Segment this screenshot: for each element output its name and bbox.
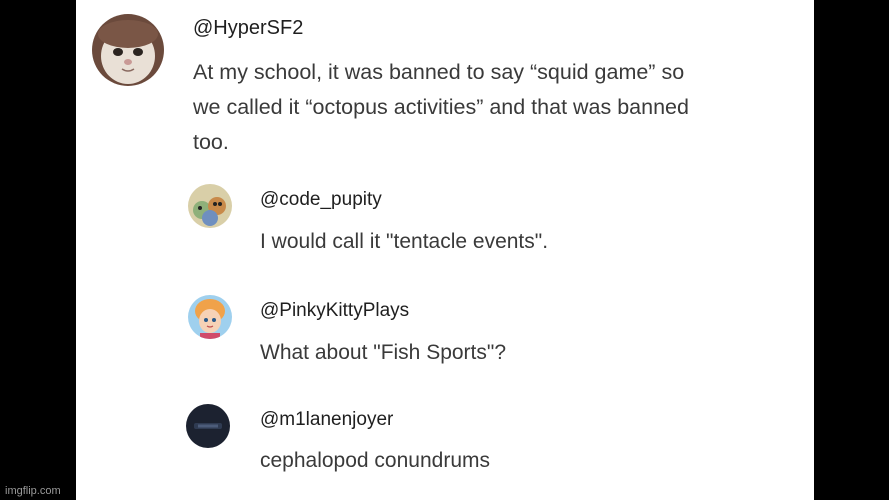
cat-face-avatar-icon[interactable] xyxy=(92,14,164,86)
reply-author-handle[interactable]: @PinkyKittyPlays xyxy=(260,300,409,322)
reply-text-line: I would call it "tentacle events". xyxy=(260,230,549,253)
comment-text-line: too. xyxy=(193,130,229,154)
reply-text-line: What about "Fish Sports"? xyxy=(260,341,507,364)
comment-author-handle[interactable]: @HyperSF2 xyxy=(193,17,303,40)
comment-text-line: we called it “octopus activities” and th… xyxy=(193,95,689,119)
cartoon-girl-avatar-icon[interactable] xyxy=(188,295,232,339)
cartoon-characters-avatar-icon[interactable] xyxy=(188,184,232,228)
reply-text-line: cephalopod conundrums xyxy=(260,449,490,472)
reply-author-handle[interactable]: @code_pupity xyxy=(260,189,382,211)
dark-logo-avatar-icon[interactable] xyxy=(186,404,230,448)
imgflip-watermark: imgflip.com xyxy=(5,485,61,497)
comment-thread-panel: @HyperSF2 At my school, it was banned to… xyxy=(76,0,814,500)
reply-author-handle[interactable]: @m1lanenjoyer xyxy=(260,409,393,431)
comment-text-line: At my school, it was banned to say “squi… xyxy=(193,60,685,84)
